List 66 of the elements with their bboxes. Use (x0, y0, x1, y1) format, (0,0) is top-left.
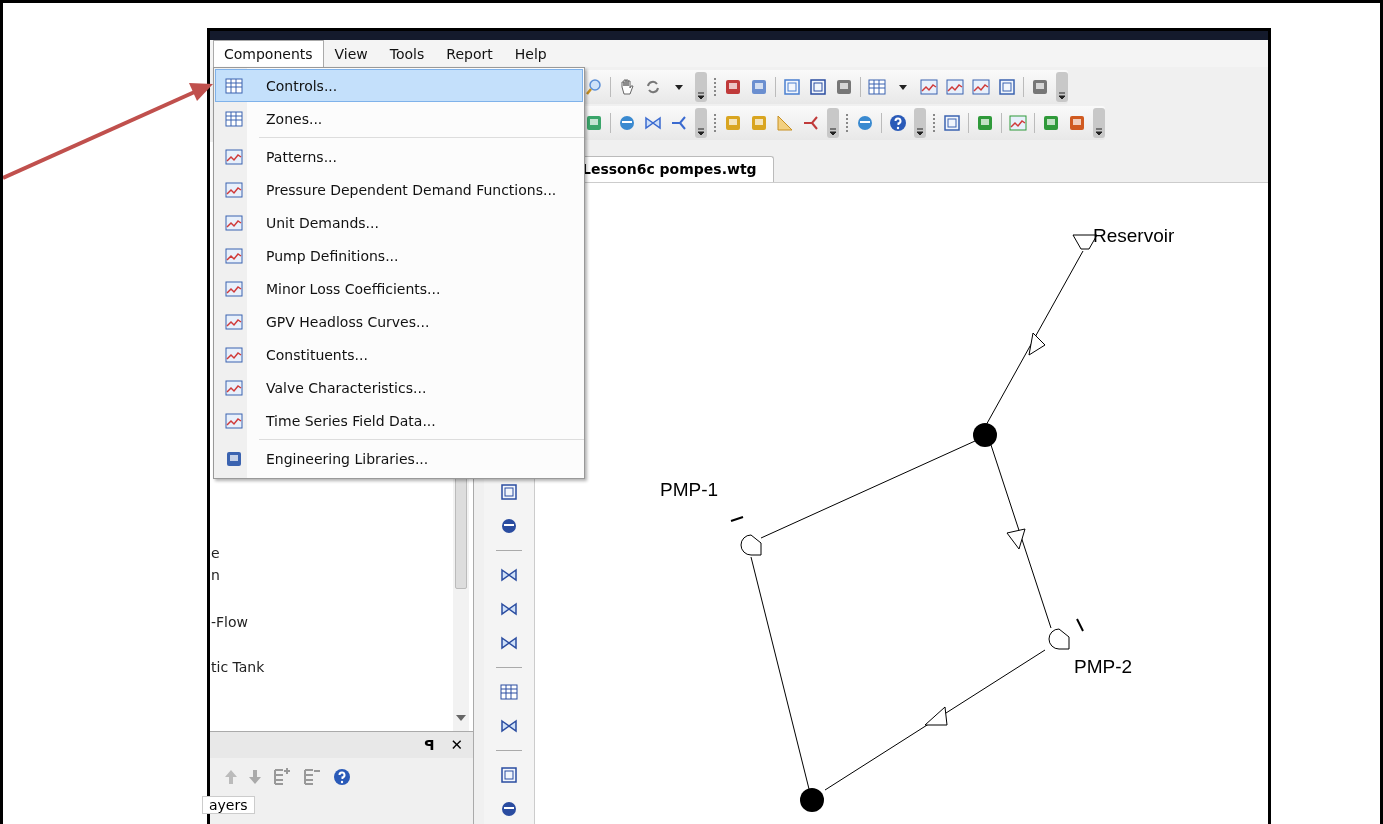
menu-item-icon[interactable] (224, 377, 244, 398)
pump-status-icon (730, 516, 744, 522)
menu-item-icon[interactable] (224, 344, 244, 365)
grip-icon[interactable] (845, 113, 849, 133)
junction-node[interactable] (800, 788, 824, 812)
menu-item-icon[interactable] (224, 179, 244, 200)
tree-item[interactable]: tic Tank (211, 656, 265, 678)
pump-status-icon (1076, 618, 1084, 632)
menu-item[interactable]: Tools (378, 40, 436, 67)
graph-icon[interactable] (1008, 113, 1028, 133)
help-icon[interactable] (888, 113, 908, 133)
pin-button[interactable]: ꟼ (424, 737, 435, 753)
flow-arrow-icon (924, 706, 948, 726)
frame-icon[interactable] (997, 77, 1017, 97)
graph-icon[interactable] (971, 77, 991, 97)
menu-item[interactable]: Minor Loss Coefficients... (215, 272, 583, 305)
menu-item[interactable]: Report (435, 40, 504, 67)
grip-icon[interactable] (713, 113, 717, 133)
node-label: Reservoir (1093, 225, 1175, 246)
graph-icon[interactable] (919, 77, 939, 97)
menu-item[interactable]: Valve Characteristics... (215, 371, 583, 404)
grip-icon[interactable] (713, 77, 717, 97)
remove-layer-icon[interactable] (302, 767, 322, 787)
add-layer-icon[interactable] (272, 767, 292, 787)
menu-item[interactable]: Pump Definitions... (215, 239, 583, 272)
overflow-icon[interactable] (914, 108, 926, 138)
tree-item[interactable]: e (211, 542, 220, 564)
graph-icon[interactable] (945, 77, 965, 97)
grip-icon[interactable] (932, 113, 936, 133)
node-label: PMP-2 (1074, 656, 1133, 677)
ruler-icon[interactable] (775, 113, 795, 133)
menu-item[interactable]: Unit Demands... (215, 206, 583, 239)
flow-arrow-icon (1028, 332, 1046, 356)
menu-item[interactable]: View (323, 40, 379, 67)
junction-node[interactable] (973, 423, 997, 447)
menu-item[interactable]: Engineering Libraries... (215, 442, 583, 475)
menu-item-icon[interactable] (224, 108, 244, 129)
table-icon[interactable] (867, 77, 887, 97)
overflow-icon[interactable] (827, 108, 839, 138)
menu-item[interactable]: Constituents... (215, 338, 583, 371)
menu-item[interactable]: Time Series Field Data... (215, 404, 583, 437)
menu-item[interactable]: Help (503, 40, 558, 67)
flow-arrow-icon (1006, 528, 1026, 550)
menu-item-icon[interactable] (224, 410, 244, 431)
panel-tab[interactable]: ayers (202, 796, 255, 814)
tree-item[interactable]: -Flow (211, 611, 248, 633)
overflow-icon[interactable] (695, 72, 707, 102)
menu-item-icon[interactable] (224, 278, 244, 299)
menu-item-icon[interactable] (224, 212, 244, 233)
scroll-down-icon[interactable] (456, 715, 466, 721)
help-icon[interactable] (332, 767, 352, 787)
menu-item-icon[interactable] (224, 311, 244, 332)
menu-item[interactable]: Controls... (215, 69, 583, 102)
node-label: PMP-1 (660, 479, 719, 500)
menu-item[interactable]: Components (213, 40, 324, 67)
overflow-icon[interactable] (1093, 108, 1105, 138)
close-button[interactable]: ✕ (450, 736, 463, 754)
overflow-icon[interactable] (695, 108, 707, 138)
menu-item-icon[interactable] (224, 245, 244, 266)
menu-item-icon[interactable] (224, 146, 244, 167)
search-icon[interactable] (584, 77, 604, 97)
tree-item[interactable]: n (211, 564, 220, 586)
overflow-icon[interactable] (1056, 72, 1068, 102)
menu-item-icon[interactable] (224, 75, 244, 96)
menu-item[interactable]: Zones... (215, 102, 583, 135)
menu-item[interactable]: GPV Headloss Curves... (215, 305, 583, 338)
